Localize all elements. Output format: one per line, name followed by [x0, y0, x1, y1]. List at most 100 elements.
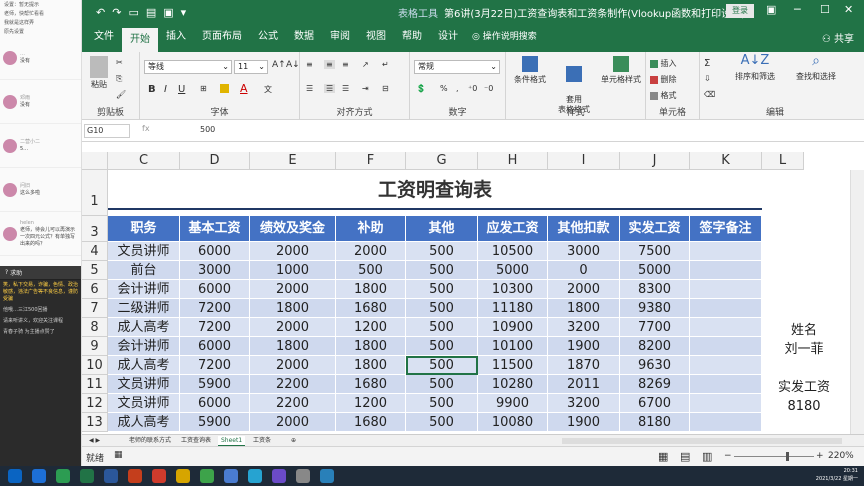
maximize-icon[interactable]: ☐ [820, 3, 830, 16]
row-header[interactable]: 7 [82, 299, 108, 318]
table-cell[interactable]: 6000 [180, 394, 250, 413]
add-sheet-icon[interactable]: ⊕ [288, 436, 299, 446]
table-cell[interactable]: 1680 [336, 299, 406, 318]
table-cell[interactable] [690, 242, 762, 261]
table-cell[interactable]: 500 [336, 261, 406, 280]
table-cell[interactable] [690, 280, 762, 299]
customize-qat-icon[interactable]: ▾ [181, 6, 187, 19]
table-cell[interactable]: 8180 [620, 413, 690, 432]
select-all-corner[interactable] [82, 152, 108, 170]
table-cell[interactable]: 10900 [478, 318, 548, 337]
column-header[interactable]: F [336, 152, 406, 170]
column-header[interactable]: D [180, 152, 250, 170]
table-cell[interactable]: 2000 [336, 242, 406, 261]
border-icon[interactable]: ⊞ [200, 84, 207, 93]
taskbar-app-icon[interactable] [176, 469, 190, 483]
table-header-cell[interactable]: 实发工资 [620, 216, 690, 242]
align-right-icon[interactable]: ☰ [342, 84, 349, 93]
table-cell[interactable]: 2000 [250, 280, 336, 299]
table-cell[interactable]: 前台 [108, 261, 180, 280]
table-cell[interactable]: 7200 [180, 356, 250, 375]
table-header-cell[interactable]: 绩效及奖金 [250, 216, 336, 242]
table-cell[interactable]: 1800 [548, 299, 620, 318]
align-bottom-icon[interactable]: ≡ [342, 60, 349, 69]
table-header-cell[interactable]: 签字备注 [690, 216, 762, 242]
table-cell[interactable]: 二级讲师 [108, 299, 180, 318]
table-cell[interactable]: 10280 [478, 375, 548, 394]
fill-color-icon[interactable] [220, 84, 229, 93]
format-cells-button[interactable]: 格式 [650, 90, 677, 101]
tab-0[interactable]: 文件 [86, 24, 122, 52]
sheet-tab[interactable]: Sheet1 [218, 436, 246, 446]
table-cell[interactable]: 500 [406, 261, 478, 280]
percent-icon[interactable]: % [440, 84, 448, 93]
login-button[interactable]: 登录 [726, 4, 754, 18]
phonetic-icon[interactable]: 文 [264, 84, 272, 95]
row-header[interactable]: 3 [82, 216, 108, 242]
table-cell[interactable]: 成人高考 [108, 413, 180, 432]
table-cell[interactable]: 6000 [180, 337, 250, 356]
font-size-select[interactable]: 11 ⌄ [234, 60, 268, 74]
merge-center-icon[interactable]: ⊟ [382, 84, 389, 93]
tab-9[interactable]: 设计 [430, 24, 466, 52]
column-header[interactable]: G [406, 152, 478, 170]
table-cell[interactable] [690, 375, 762, 394]
taskbar-app-icon[interactable] [152, 469, 166, 483]
cell-styles-button[interactable]: 单元格样式 [598, 56, 644, 85]
taskbar-app-icon[interactable] [128, 469, 142, 483]
table-cell[interactable]: 5900 [180, 375, 250, 394]
tab-5[interactable]: 数据 [286, 24, 322, 52]
save-icon[interactable]: ▣ [163, 6, 173, 19]
table-cell[interactable] [690, 356, 762, 375]
sort-filter-button[interactable]: A↓Z 排序和筛选 [724, 54, 786, 82]
table-header-cell[interactable]: 职务 [108, 216, 180, 242]
italic-button[interactable]: I [164, 84, 167, 95]
shrink-font-icon[interactable]: A↓ [286, 60, 300, 70]
ribbon-display-icon[interactable]: ▣ [766, 3, 776, 16]
table-cell[interactable]: 1900 [548, 337, 620, 356]
page-break-icon[interactable]: ▥ [702, 450, 712, 463]
table-header-cell[interactable]: 基本工资 [180, 216, 250, 242]
table-cell[interactable] [690, 299, 762, 318]
table-cell[interactable]: 8200 [620, 337, 690, 356]
new-file-icon[interactable]: ▭ [128, 6, 138, 19]
table-cell[interactable]: 1800 [336, 337, 406, 356]
table-cell[interactable]: 1800 [336, 280, 406, 299]
row-header[interactable]: 5 [82, 261, 108, 280]
fill-icon[interactable]: ⇩ [704, 74, 711, 83]
table-cell[interactable]: 3000 [180, 261, 250, 280]
table-cell[interactable]: 文员讲师 [108, 242, 180, 261]
taskbar-app-icon[interactable] [56, 469, 70, 483]
table-cell[interactable]: 500 [406, 375, 478, 394]
table-cell[interactable]: 6000 [180, 280, 250, 299]
clear-icon[interactable]: ⌫ [704, 90, 715, 99]
row-header[interactable]: 6 [82, 280, 108, 299]
indent-icon[interactable]: ⇥ [362, 84, 369, 93]
taskbar-app-icon[interactable] [224, 469, 238, 483]
table-header-cell[interactable]: 其他扣款 [548, 216, 620, 242]
table-cell[interactable]: 8300 [620, 280, 690, 299]
column-header[interactable]: C [108, 152, 180, 170]
font-name-select[interactable]: 等线 ⌄ [144, 60, 232, 74]
autosum-icon[interactable]: Σ [704, 58, 710, 69]
tell-me-search[interactable]: ◎ 操作说明搜索 [466, 24, 537, 52]
orientation-icon[interactable]: ↗ [362, 60, 369, 69]
zoom-thumb[interactable] [786, 452, 789, 461]
table-cell[interactable]: 9380 [620, 299, 690, 318]
table-cell[interactable]: 会计讲师 [108, 337, 180, 356]
vertical-scrollbar[interactable] [850, 170, 864, 434]
table-cell[interactable]: 6000 [180, 242, 250, 261]
macro-record-icon[interactable]: ▦ [114, 450, 123, 460]
tab-7[interactable]: 视图 [358, 24, 394, 52]
align-left-icon[interactable]: ☰ [306, 84, 313, 93]
table-cell[interactable]: 7200 [180, 318, 250, 337]
horizontal-scrollbar[interactable] [562, 438, 842, 444]
taskbar-app-icon[interactable] [8, 469, 22, 483]
table-cell[interactable]: 11500 [478, 356, 548, 375]
zoom-out-icon[interactable]: − [724, 451, 732, 461]
undo-icon[interactable]: ↶ [96, 6, 105, 19]
taskbar-app-icon[interactable] [248, 469, 262, 483]
taskbar-app-icon[interactable] [200, 469, 214, 483]
table-cell[interactable]: 0 [548, 261, 620, 280]
table-cell[interactable] [690, 337, 762, 356]
